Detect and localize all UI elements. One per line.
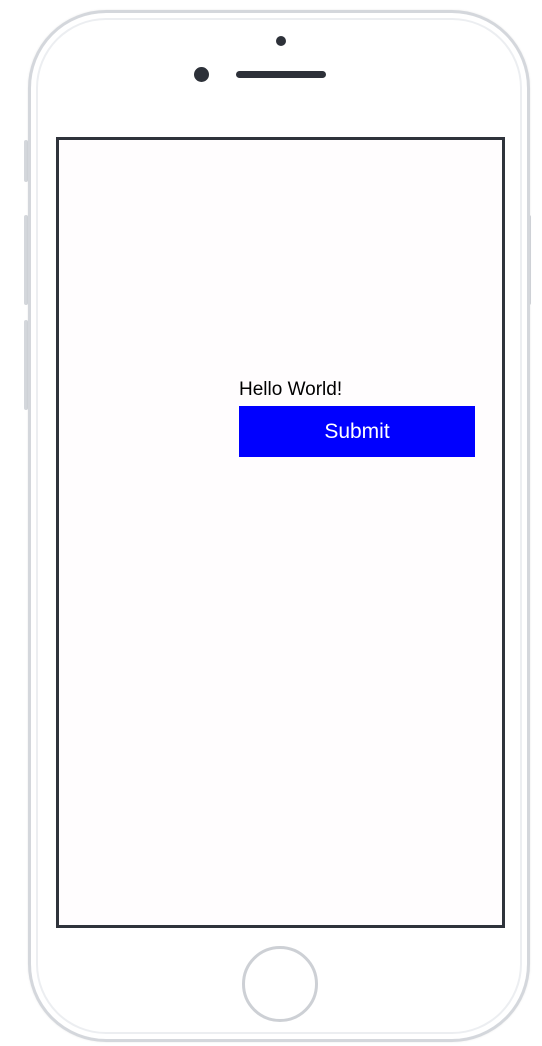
home-button-icon[interactable] (242, 946, 318, 1022)
greeting-label: Hello World! (239, 379, 343, 400)
submit-button[interactable]: Submit (239, 406, 475, 457)
proximity-sensor-icon (276, 36, 286, 46)
earpiece-speaker-icon (236, 71, 326, 78)
front-camera-icon (194, 67, 209, 82)
app-screen: Hello World! Submit (56, 137, 505, 928)
device-mockup: Hello World! Submit (0, 0, 542, 1046)
